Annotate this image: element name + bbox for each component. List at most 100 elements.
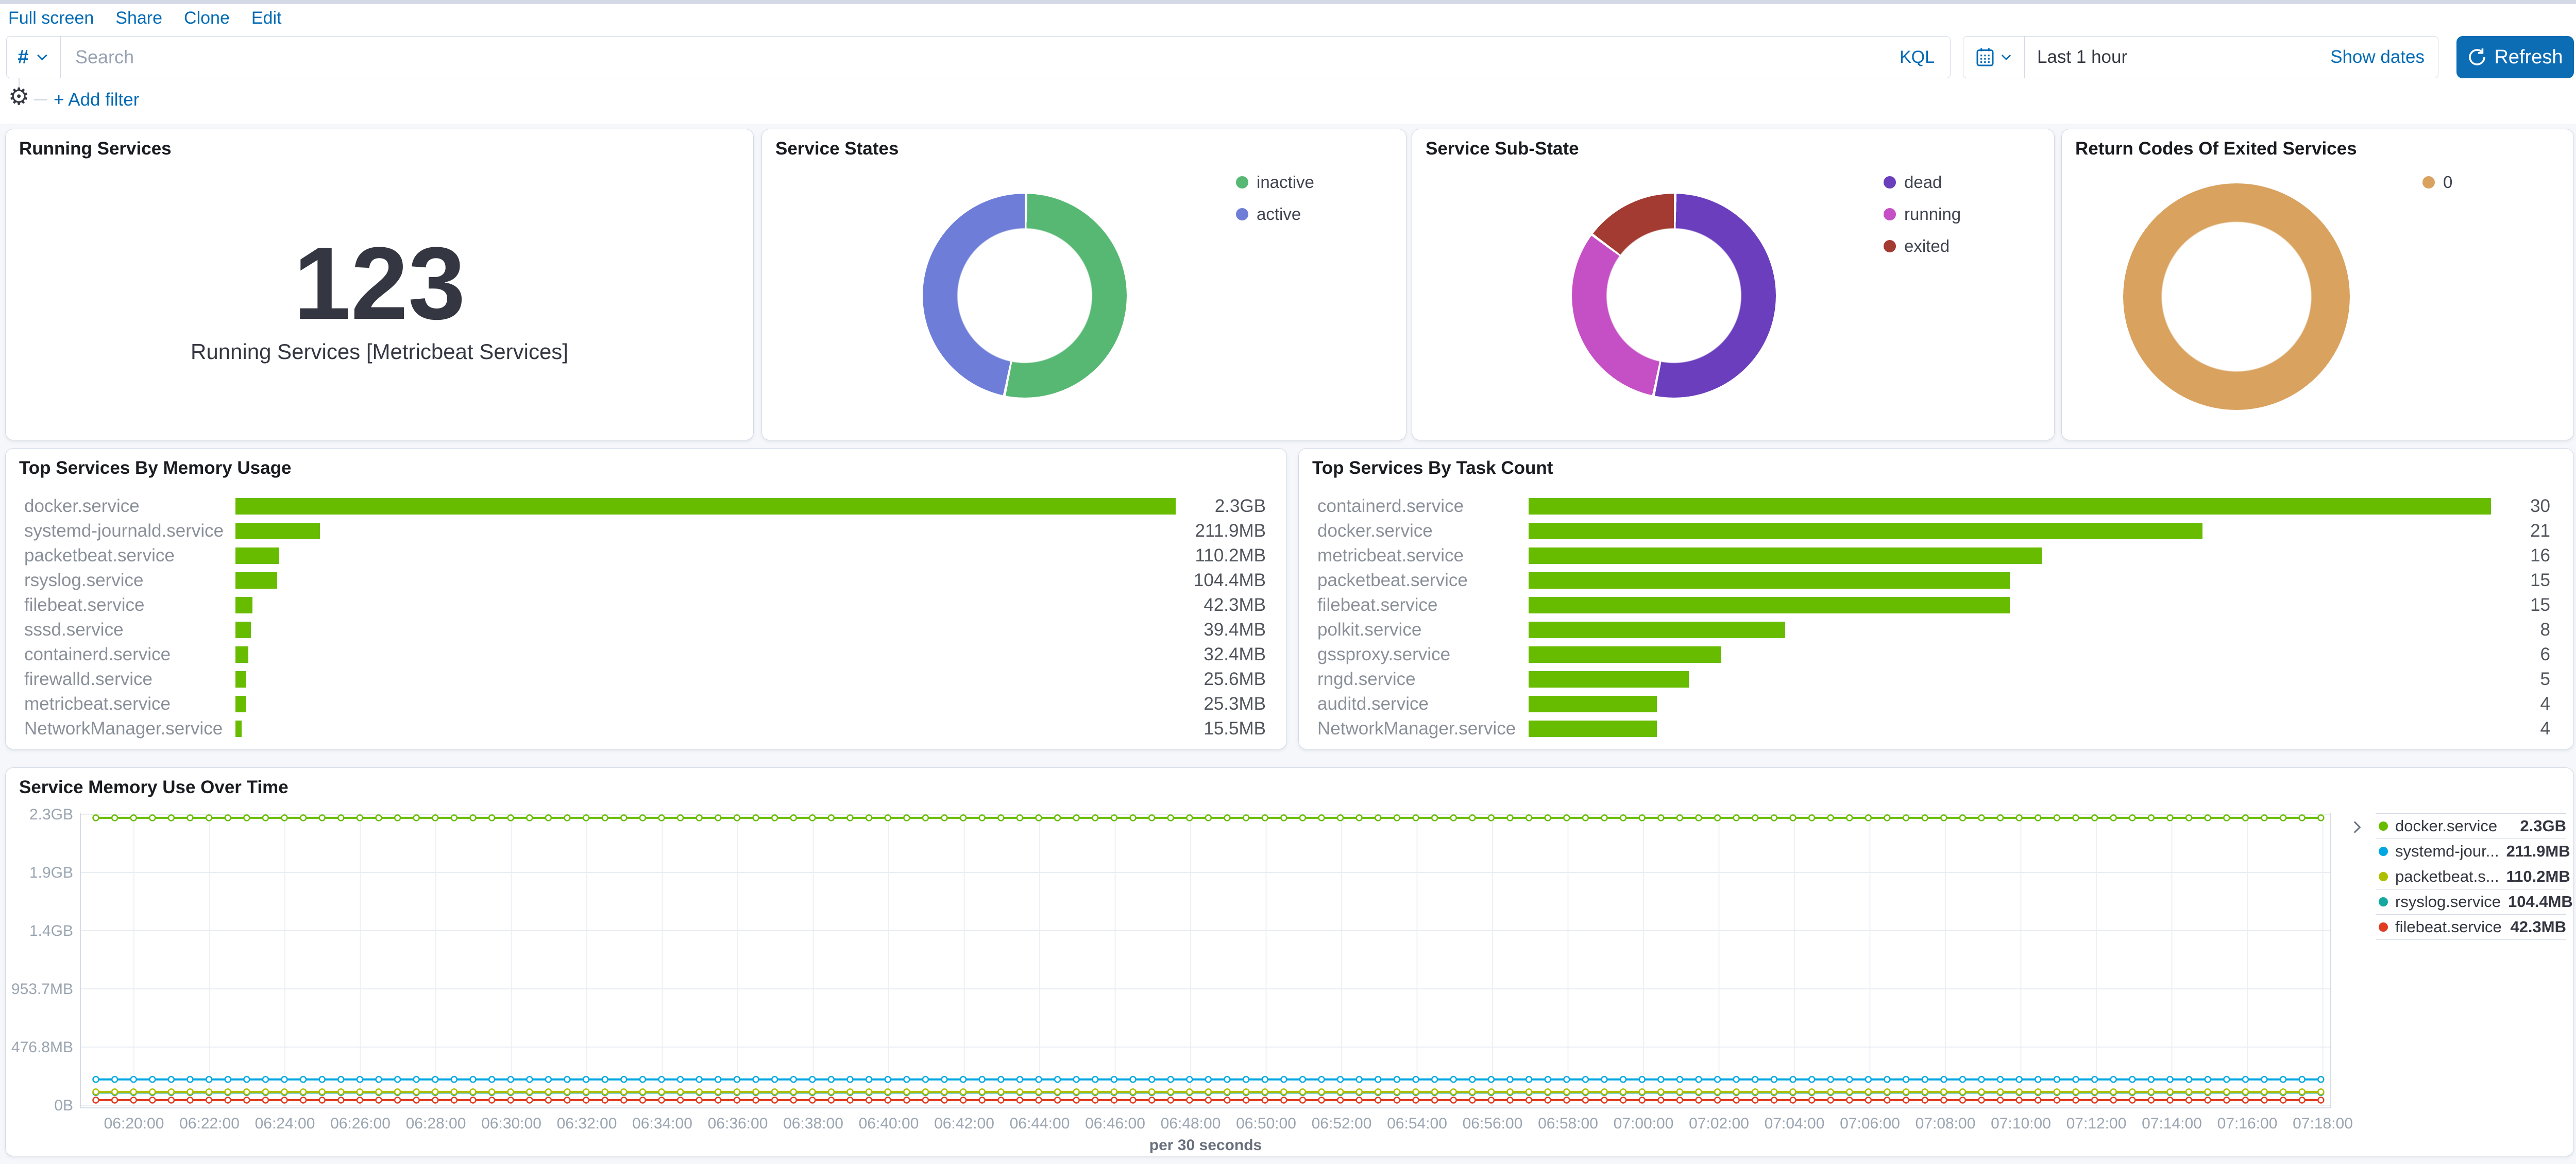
chevron-down-icon xyxy=(35,50,49,64)
index-pattern-selector[interactable]: # xyxy=(7,37,61,78)
legend-collapse-icon[interactable] xyxy=(2348,818,2365,836)
bar[interactable] xyxy=(235,622,251,638)
bar[interactable] xyxy=(235,572,277,589)
bar[interactable] xyxy=(1529,523,2202,539)
panel-title: Top Services By Task Count xyxy=(1312,458,1553,478)
bar[interactable] xyxy=(1529,572,2010,589)
legend-swatch xyxy=(2379,821,2388,831)
series-docker.service[interactable] xyxy=(93,815,2324,820)
legend-label: rsyslog.service xyxy=(2395,893,2501,911)
bar[interactable] xyxy=(1529,646,1721,663)
legend-item-0[interactable]: 0 xyxy=(2422,173,2452,192)
service-sub-state-donut[interactable] xyxy=(1572,194,1776,398)
nav-full-screen[interactable]: Full screen xyxy=(8,8,94,28)
bar[interactable] xyxy=(235,597,252,613)
legend-item-inactive[interactable]: inactive xyxy=(1236,173,1314,192)
bar-category-label: rsyslog.service xyxy=(24,570,235,591)
bar-track xyxy=(1529,671,2491,688)
bar[interactable] xyxy=(1529,498,2491,515)
memory-line-chart[interactable]: 06:20:0006:22:0006:24:0006:26:0006:28:00… xyxy=(6,768,2574,1156)
bar[interactable] xyxy=(1529,547,2042,564)
bar[interactable] xyxy=(235,696,246,712)
refresh-button[interactable]: Refresh xyxy=(2456,36,2574,78)
search-placeholder: Search xyxy=(75,46,1900,68)
x-tick-label: 07:10:00 xyxy=(1991,1115,2051,1132)
bar-row: sssd.service39.4MB xyxy=(24,618,1266,642)
bar[interactable] xyxy=(235,523,320,539)
index-pattern-badge: # xyxy=(18,46,28,69)
nav-clone[interactable]: Clone xyxy=(184,8,230,28)
date-picker[interactable]: Last 1 hour Show dates xyxy=(1963,36,2438,78)
bar[interactable] xyxy=(1529,671,1689,688)
series-filebeat.service[interactable] xyxy=(93,1097,2324,1103)
search-input[interactable]: # Search KQL xyxy=(6,36,1951,78)
bar-value-label: 2.3GB xyxy=(1176,496,1266,517)
bar-category-label: NetworkManager.service xyxy=(24,718,235,739)
query-language-button[interactable]: KQL xyxy=(1900,47,1935,67)
y-tick-label: 953.7MB xyxy=(11,981,73,998)
memory-usage-bars: docker.service2.3GBsystemd-journald.serv… xyxy=(24,494,1266,741)
bar-row: rsyslog.service104.4MB xyxy=(24,568,1266,593)
filter-gear-icon[interactable]: ⚙ xyxy=(8,84,29,108)
legend-label: running xyxy=(1904,204,1961,224)
add-filter-button[interactable]: + Add filter xyxy=(54,90,139,110)
series-systemd-journald.service[interactable] xyxy=(93,1076,2324,1082)
x-tick-label: 06:56:00 xyxy=(1463,1115,1523,1132)
legend-swatch xyxy=(1884,240,1896,252)
bar-category-label: polkit.service xyxy=(1317,620,1529,640)
legend-item-dead[interactable]: dead xyxy=(1884,173,1961,192)
bar[interactable] xyxy=(235,721,242,737)
legend-swatch xyxy=(2379,897,2388,906)
nav-share[interactable]: Share xyxy=(115,8,162,28)
bar[interactable] xyxy=(1529,696,1657,712)
bar-row: filebeat.service15 xyxy=(1317,593,2550,618)
bar-value-label: 4 xyxy=(2491,718,2550,739)
series-packetbeat.service[interactable] xyxy=(93,1089,2324,1094)
bar-row: packetbeat.service15 xyxy=(1317,568,2550,593)
top-accent-strip xyxy=(0,0,2576,4)
panel-title: Return Codes Of Exited Services xyxy=(2075,139,2357,159)
legend-item-exited[interactable]: exited xyxy=(1884,236,1961,256)
bar-category-label: systemd-journald.service xyxy=(24,521,235,541)
x-tick-label: 07:16:00 xyxy=(2217,1115,2278,1132)
x-tick-label: 06:28:00 xyxy=(406,1115,466,1132)
legend-swatch xyxy=(2379,847,2388,856)
panel-top-memory-usage: Top Services By Memory Usage docker.serv… xyxy=(5,448,1287,749)
bar-row: systemd-journald.service211.9MB xyxy=(24,519,1266,543)
bar-value-label: 25.3MB xyxy=(1176,694,1266,714)
x-tick-label: 07:14:00 xyxy=(2142,1115,2202,1132)
bar-track xyxy=(1529,696,2491,712)
bar-row: NetworkManager.service4 xyxy=(1317,716,2550,741)
bar-category-label: metricbeat.service xyxy=(24,694,235,714)
x-tick-label: 06:38:00 xyxy=(783,1115,843,1132)
bar[interactable] xyxy=(1529,597,2010,613)
legend-item-rsyslog.service[interactable]: rsyslog.service104.4MB xyxy=(2376,889,2566,914)
bar-category-label: filebeat.service xyxy=(24,595,235,615)
bar[interactable] xyxy=(235,498,1176,515)
bar-category-label: docker.service xyxy=(24,496,235,517)
bar[interactable] xyxy=(235,671,246,688)
bar-category-label: docker.service xyxy=(1317,521,1529,541)
legend-item-docker.service[interactable]: docker.service2.3GB xyxy=(2376,813,2566,838)
bar[interactable] xyxy=(235,646,248,663)
service-states-donut[interactable] xyxy=(923,194,1127,398)
date-quick-select[interactable] xyxy=(1963,37,2025,78)
legend-item-systemd-journald.service[interactable]: systemd-jour...211.9MB xyxy=(2376,838,2566,864)
bar-track xyxy=(1529,547,2491,564)
legend-item-packetbeat.service[interactable]: packetbeat.s...110.2MB xyxy=(2376,864,2566,889)
y-tick-label: 0B xyxy=(54,1097,73,1114)
bar[interactable] xyxy=(1529,622,1785,638)
legend-item-running[interactable]: running xyxy=(1884,204,1961,224)
time-range-label[interactable]: Last 1 hour xyxy=(2037,47,2127,67)
bar[interactable] xyxy=(1529,721,1657,737)
legend-item-active[interactable]: active xyxy=(1236,204,1314,224)
x-tick-label: 06:32:00 xyxy=(557,1115,617,1132)
nav-edit[interactable]: Edit xyxy=(251,8,282,28)
return-codes-donut[interactable] xyxy=(2123,183,2350,410)
bar-category-label: containerd.service xyxy=(1317,496,1529,517)
bar-row: auditd.service4 xyxy=(1317,692,2550,716)
bar-category-label: rngd.service xyxy=(1317,669,1529,690)
bar[interactable] xyxy=(235,547,279,564)
show-dates-button[interactable]: Show dates xyxy=(2330,47,2425,67)
legend-item-filebeat.service[interactable]: filebeat.service42.3MB xyxy=(2376,914,2566,940)
